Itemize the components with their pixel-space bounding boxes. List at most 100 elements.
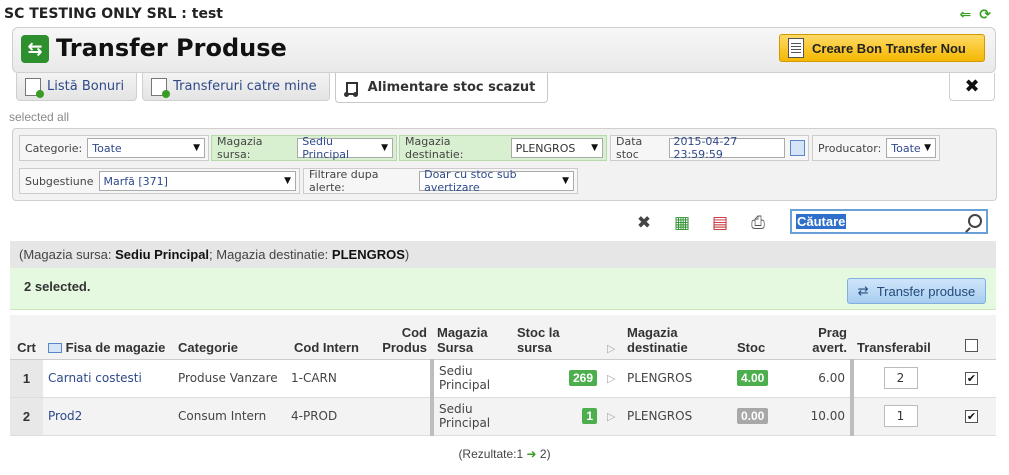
info-sursa-value: Sediu Principal: [115, 247, 210, 262]
col-stoc-sursa[interactable]: Stoc la sursa: [512, 315, 602, 360]
col-transferabil[interactable]: Transferabil: [852, 315, 947, 360]
row-checkbox[interactable]: ✔: [965, 372, 978, 385]
select-all-checkbox[interactable]: [965, 338, 978, 352]
col-prag[interactable]: Prag avert.: [782, 315, 852, 360]
chevron-down-icon: ▼: [591, 143, 598, 153]
info-dest-value: PLENGROS: [331, 247, 405, 262]
stoc-badge: 4.00: [737, 370, 769, 386]
quantity-input[interactable]: 1: [883, 405, 918, 427]
tab-alimentare-stoc[interactable]: Alimentare stoc scazut: [334, 73, 549, 103]
data-label: Data stoc: [616, 135, 643, 161]
column-settings-icon[interactable]: [48, 343, 62, 354]
filter-alerte: Filtrare dupa alerte: Doar cu stoc sub a…: [303, 168, 578, 194]
subgestiune-label: Subgestiune: [25, 174, 94, 188]
filter-data-stoc: Data stoc 2015-04-27 23:59:59: [610, 135, 809, 161]
create-transfer-label: Creare Bon Transfer Nou: [812, 40, 966, 56]
filter-magazia-sursa: Magazia sursa: Sediu Principal ▼: [211, 135, 397, 161]
pdf-icon[interactable]: ▤: [709, 212, 731, 234]
row-arrow: ▷: [602, 397, 622, 436]
producator-label: Producator:: [818, 141, 882, 155]
col-cod-produs[interactable]: Cod Produs: [364, 315, 432, 360]
col-fisa[interactable]: Fisa de magazie: [43, 315, 173, 360]
next-page-icon[interactable]: ➜: [526, 447, 536, 461]
info-dest-label: Magazia destinatie:: [216, 247, 329, 262]
product-destinatie: PLENGROS: [622, 359, 732, 398]
quantity-input[interactable]: 2: [883, 367, 918, 389]
product-link[interactable]: Carnati costesti: [43, 359, 173, 398]
forklift-icon: [343, 79, 362, 97]
chevron-down-icon: ▼: [924, 143, 931, 153]
stoc-badge: 0.00: [737, 408, 769, 424]
selected-all-text: selected all: [9, 110, 70, 124]
products-table: Crt Fisa de magazie Categorie Cod Intern…: [10, 315, 996, 436]
subgestiune-value: Marfă [371]: [103, 174, 168, 188]
col-magazia-sursa[interactable]: Magazia Sursa: [432, 315, 512, 360]
row-number: 2: [10, 397, 43, 436]
data-stoc-input[interactable]: 2015-04-27 23:59:59: [669, 135, 786, 161]
product-prag: 10.00: [782, 397, 852, 436]
destinatie-select[interactable]: PLENGROS ▼: [510, 138, 603, 158]
chevron-down-icon: ▼: [193, 143, 200, 153]
col-magazia-destinatie[interactable]: Magazia destinatie: [622, 315, 732, 360]
subgestiune-select[interactable]: Marfă [371] ▼: [98, 171, 296, 191]
transfer-button-label: Transfer produse: [876, 283, 976, 299]
row-select: ✔: [947, 359, 996, 398]
stoc-sursa-badge: 1: [582, 408, 597, 424]
page-title: Transfer Produse: [56, 34, 287, 62]
producator-select[interactable]: Toate ▼: [886, 138, 936, 158]
product-transferabil: 2: [850, 359, 947, 398]
table-row: 2 Prod2 Consum Intern 4-PROD Sediu Princ…: [10, 397, 996, 436]
tab-lista-bonuri[interactable]: Listă Bonuri: [16, 73, 138, 101]
toolbar: ✖ ▦ ▤ ⎙: [633, 212, 769, 234]
product-prag: 6.00: [782, 359, 852, 398]
selection-bar: 2 selected. ⇄ Transfer produse: [10, 268, 996, 310]
excel-icon[interactable]: ▦: [671, 212, 693, 234]
search-input[interactable]: Căutare: [790, 209, 988, 234]
table-header: Crt Fisa de magazie Categorie Cod Intern…: [10, 315, 996, 360]
alerte-select[interactable]: Doar cu stoc sub avertizare ▼: [419, 168, 574, 194]
search-icon[interactable]: [968, 214, 982, 228]
tabs: Listă Bonuri Transferuri catre mine Alim…: [16, 73, 549, 103]
company-name: SC TESTING ONLY SRL : test: [4, 6, 223, 22]
product-category: Produse Vanzare: [173, 359, 286, 398]
alerte-value: Doar cu stoc sub avertizare: [424, 168, 517, 194]
categorie-select[interactable]: Toate ▼: [87, 138, 205, 158]
product-cod-intern: 1-CARN: [286, 359, 364, 398]
producator-value: Toate: [891, 141, 921, 155]
product-cod-intern: 4-PROD: [286, 397, 364, 436]
row-select: ✔: [947, 397, 996, 436]
col-arrow: ▷: [602, 315, 622, 360]
calendar-icon[interactable]: [790, 140, 805, 156]
chevron-down-icon: ▼: [562, 176, 569, 186]
col-select-all[interactable]: [947, 315, 996, 360]
col-categorie[interactable]: Categorie: [173, 315, 286, 360]
tools-icon[interactable]: ✖: [633, 212, 655, 234]
product-stoc: 0.00: [732, 397, 782, 436]
create-transfer-button[interactable]: Creare Bon Transfer Nou: [779, 34, 985, 62]
row-checkbox[interactable]: ✔: [965, 410, 978, 423]
title-bar: ⇆ Transfer Produse Creare Bon Transfer N…: [12, 27, 996, 73]
col-stoc[interactable]: Stoc: [732, 315, 782, 360]
transfer-products-button[interactable]: ⇄ Transfer produse: [847, 278, 986, 304]
document-icon: [25, 77, 44, 98]
refresh-icon[interactable]: ⟳: [979, 6, 991, 23]
document-icon: [151, 77, 171, 98]
info-sursa-label: Magazia sursa:: [23, 247, 112, 262]
sursa-select[interactable]: Sediu Principal ▼: [297, 135, 393, 161]
product-transferabil: 1: [850, 397, 947, 436]
tools-button[interactable]: ✖: [949, 73, 995, 101]
destinatie-label: Magazia destinatie:: [405, 135, 464, 161]
play-arrow-icon: ▷: [607, 372, 616, 385]
stoc-sursa-badge: 269: [568, 370, 597, 386]
table-row: 1 Carnati costesti Produse Vanzare 1-CAR…: [10, 359, 996, 398]
col-cod-intern[interactable]: Cod Intern: [286, 315, 364, 360]
row-number: 1: [10, 359, 43, 398]
printer-icon[interactable]: ⎙: [747, 212, 769, 234]
search-text: Căutare: [796, 214, 847, 229]
filter-magazia-destinatie: Magazia destinatie: PLENGROS ▼: [399, 135, 607, 161]
back-arrow-icon[interactable]: ⇐: [960, 6, 972, 23]
tab-transferuri-catre-mine[interactable]: Transferuri catre mine: [142, 73, 330, 101]
product-category: Consum Intern: [173, 397, 286, 436]
product-link[interactable]: Prod2: [43, 397, 173, 436]
col-fisa-label: Fisa de magazie: [65, 339, 166, 355]
